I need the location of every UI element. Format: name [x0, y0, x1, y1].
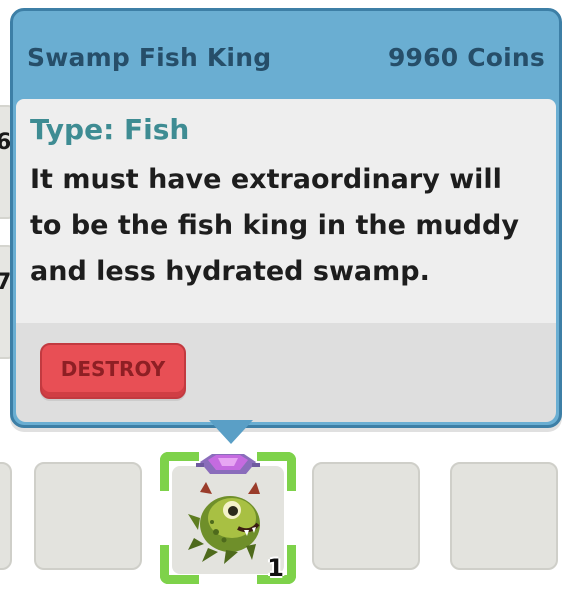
rarity-gem-icon [196, 454, 260, 474]
item-count: 1 [267, 554, 284, 582]
swamp-fish-king-icon [188, 482, 260, 564]
item-name: Swamp Fish King [27, 42, 272, 72]
inventory-slot[interactable] [34, 462, 142, 570]
tooltip-body: Type: Fish It must have extraordinary wi… [16, 99, 556, 323]
game-inventory-screen: 6 7 Swamp Fish King 9960 Coins Type: Fis… [0, 0, 570, 599]
item-price: 9960 Coins [387, 42, 545, 72]
tooltip-footer: DESTROY [16, 323, 556, 422]
item-type: Type: Fish [30, 113, 190, 146]
inventory-slot[interactable] [450, 462, 558, 570]
inventory-slot-selected[interactable]: 1 [160, 452, 296, 584]
destroy-button[interactable]: DESTROY [40, 343, 186, 399]
tooltip-pointer [209, 420, 253, 444]
inventory-slot[interactable] [312, 462, 420, 570]
inventory-slot[interactable] [0, 462, 12, 570]
item-description: It must have extraordinary will to be th… [30, 164, 519, 287]
tooltip-header: Swamp Fish King 9960 Coins [27, 37, 545, 77]
item-tooltip: Swamp Fish King 9960 Coins Type: Fish It… [10, 8, 562, 428]
